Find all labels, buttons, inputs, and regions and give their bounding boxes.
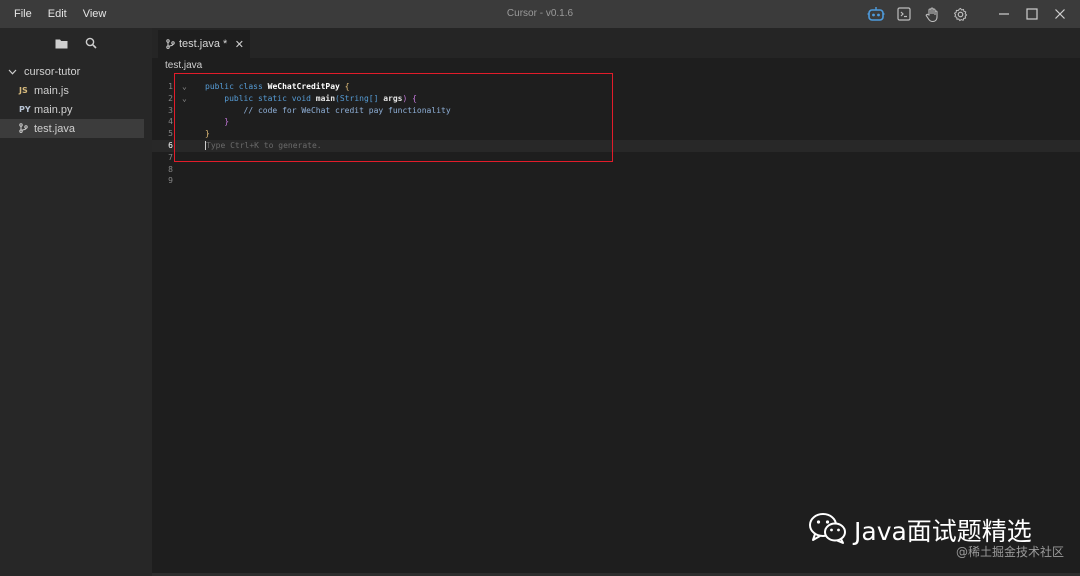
code-brace: } [224, 117, 230, 127]
code-brace: } [205, 129, 210, 139]
py-file-icon: PY [19, 105, 31, 114]
folder-label: cursor-tutor [24, 65, 81, 78]
code-line: 2 ⌄ public static void main(String[] arg… [152, 93, 1080, 105]
code-keyword: public static void [224, 93, 316, 103]
code-line: 1 ⌄ public class WeChatCreditPay { [152, 81, 1080, 93]
watermark-subtitle: @稀土掘金技术社区 [955, 545, 1064, 559]
file-item-main-py[interactable]: PY main.py [0, 100, 144, 119]
file-label: test.java [34, 122, 75, 135]
wechat-logo-icon [808, 511, 848, 548]
line-number: 7 [168, 152, 173, 162]
hand-icon[interactable] [918, 0, 946, 28]
search-icon[interactable] [83, 35, 99, 51]
code-line: 3 // code for WeChat credit pay function… [152, 105, 1080, 117]
code-method-name: main [315, 93, 336, 103]
code-text: } [205, 116, 229, 128]
code-line: 7 [152, 152, 1080, 164]
line-number: 6 [168, 141, 173, 150]
code-line: 8 [152, 164, 1080, 176]
file-label: main.py [34, 103, 73, 116]
code-editor[interactable]: 1 ⌄ public class WeChatCreditPay { 2 ⌄ p… [152, 76, 1080, 576]
line-number: 3 [168, 105, 173, 115]
code-line: 9 [152, 175, 1080, 187]
maximize-icon[interactable] [1018, 0, 1046, 28]
code-text: public static void main(String[] args) { [205, 93, 417, 105]
code-text: Type Ctrl+K to generate. [205, 140, 322, 152]
line-number: 5 [168, 129, 173, 139]
code-comment: // code for WeChat credit pay functional… [243, 105, 451, 115]
breadcrumb[interactable]: test.java [165, 58, 202, 74]
menu-view[interactable]: View [75, 8, 115, 20]
file-item-test-java[interactable]: test.java [0, 119, 144, 138]
ai-prompt-placeholder: Type Ctrl+K to generate. [206, 141, 322, 150]
code-keyword: public class [205, 82, 268, 91]
js-file-icon: JS [19, 86, 28, 95]
line-number: 8 [168, 164, 173, 174]
code-params: (String[] [335, 93, 384, 103]
title-actions [862, 0, 1074, 28]
file-explorer: cursor-tutor JS main.js PY main.py test.… [0, 28, 152, 576]
close-icon[interactable] [1046, 0, 1074, 28]
code-brace: { [339, 82, 350, 91]
fold-chevron-icon[interactable]: ⌄ [182, 93, 187, 105]
menu-edit[interactable]: Edit [40, 8, 75, 20]
fold-chevron-icon[interactable]: ⌄ [182, 81, 187, 93]
menu-file[interactable]: File [6, 8, 40, 20]
file-item-main-js[interactable]: JS main.js [0, 81, 144, 100]
folder-cursor-tutor[interactable]: cursor-tutor [0, 62, 152, 81]
minimize-icon[interactable] [990, 0, 1018, 28]
line-number: 4 [168, 117, 173, 127]
git-branch-icon [19, 122, 33, 135]
code-brace: ) { [402, 93, 417, 103]
code-line: 5 } [152, 128, 1080, 140]
code-text: // code for WeChat credit pay functional… [205, 105, 451, 117]
git-branch-icon [166, 39, 175, 49]
code-text: public class WeChatCreditPay { [205, 81, 350, 93]
terminal-icon[interactable] [890, 0, 918, 28]
tab-bar: test.java * ✕ [152, 28, 1080, 58]
code-class-name: WeChatCreditPay [267, 82, 340, 91]
gear-icon[interactable] [946, 0, 974, 28]
folder-icon[interactable] [53, 35, 69, 51]
code-text: } [205, 128, 210, 140]
tab-test-java[interactable]: test.java * ✕ [158, 30, 250, 58]
chevron-down-icon [8, 66, 18, 78]
line-number: 1 [168, 82, 173, 91]
line-number: 9 [168, 176, 173, 186]
line-number: 2 [168, 93, 173, 103]
code-line: 4 } [152, 116, 1080, 128]
tab-label: test.java * [179, 38, 228, 50]
code-arg: args [383, 93, 403, 103]
sidebar-toolbar [0, 28, 152, 58]
tab-close-icon[interactable]: ✕ [235, 38, 244, 51]
file-tree: cursor-tutor JS main.js PY main.py test.… [0, 62, 152, 138]
menu-bar: File Edit View [6, 8, 114, 20]
current-code-line: 6 Type Ctrl+K to generate. [152, 140, 1080, 152]
file-label: main.js [34, 84, 69, 97]
title-bar: File Edit View Cursor - v0.1.6 [0, 0, 1080, 28]
robot-icon[interactable] [862, 0, 890, 28]
